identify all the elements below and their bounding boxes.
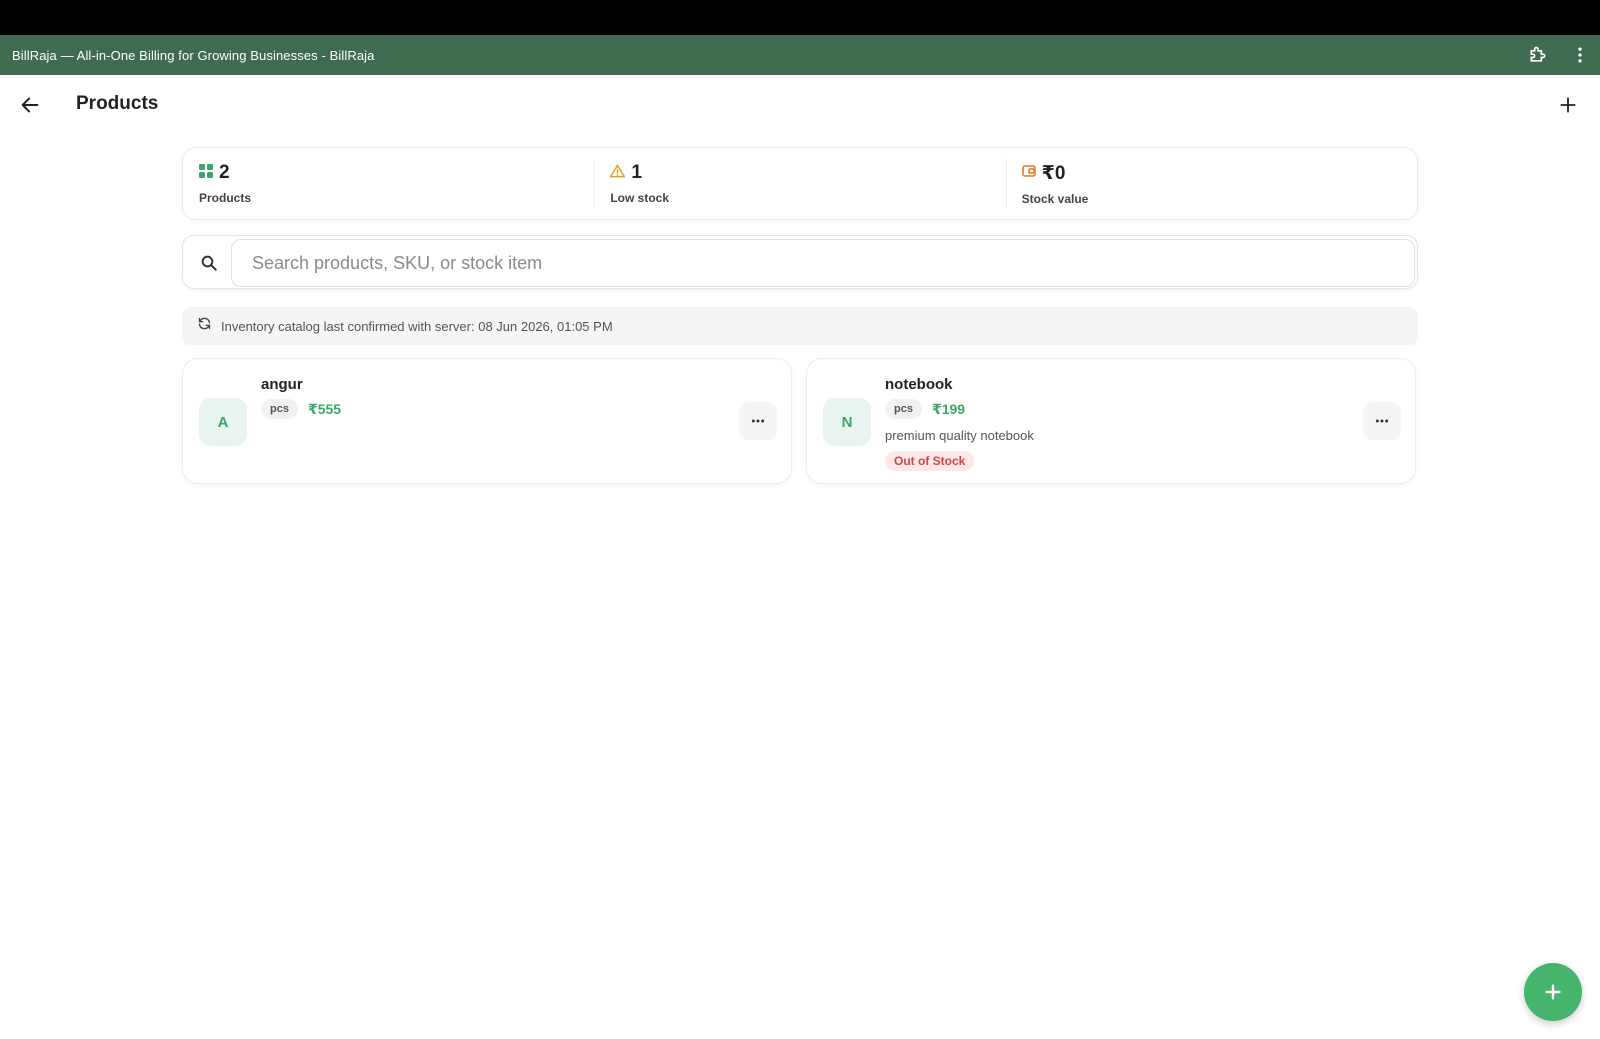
- search-icon: [197, 251, 221, 275]
- more-horizontal-icon: [1375, 419, 1389, 423]
- kebab-menu-icon[interactable]: [1568, 43, 1592, 67]
- stats-summary-card: 2 Products 1 Low stock ₹0 Stock value: [182, 147, 1418, 220]
- warning-icon: [610, 164, 626, 183]
- product-avatar: A: [199, 398, 247, 446]
- window-title-bar: BillRaja — All-in-One Billing for Growin…: [0, 35, 1600, 75]
- add-product-fab[interactable]: [1524, 963, 1582, 1021]
- wallet-icon: [1021, 164, 1036, 183]
- product-price: ₹199: [931, 400, 966, 417]
- stat-label: Products: [199, 191, 252, 205]
- stat-low-stock: 1 Low stock: [594, 148, 1005, 219]
- page-title: Products: [76, 93, 159, 114]
- product-card[interactable]: N notebook pcs ₹199 premium quality note…: [806, 358, 1416, 484]
- back-arrow-icon[interactable]: [16, 91, 44, 119]
- product-price: ₹555: [307, 400, 342, 417]
- stat-label: Low stock: [610, 191, 670, 205]
- extension-icon[interactable]: [1526, 43, 1550, 67]
- system-top-bar: [0, 0, 1600, 35]
- plus-icon: [1545, 984, 1561, 1000]
- product-avatar: N: [823, 398, 871, 446]
- more-options-button[interactable]: [1363, 402, 1401, 440]
- product-name: angur: [261, 376, 303, 393]
- search-bar: [182, 235, 1418, 289]
- product-unit-badge: pcs: [885, 399, 922, 419]
- stat-value: ₹0: [1041, 163, 1066, 184]
- stat-products: 2 Products: [183, 148, 594, 219]
- product-unit-badge: pcs: [261, 399, 298, 419]
- stat-label: Stock value: [1021, 192, 1089, 206]
- product-meta: pcs ₹555: [261, 399, 341, 419]
- product-card[interactable]: A angur pcs ₹555: [182, 358, 792, 484]
- grid-icon: [199, 163, 213, 183]
- more-options-button[interactable]: [739, 402, 777, 440]
- sync-status-banner: Inventory catalog last confirmed with se…: [182, 307, 1418, 345]
- window-title: BillRaja — All-in-One Billing for Growin…: [12, 47, 375, 63]
- stat-value: 1: [631, 162, 642, 183]
- sync-status-text: Inventory catalog last confirmed with se…: [221, 318, 613, 334]
- search-input[interactable]: [231, 239, 1415, 287]
- sync-icon: [197, 316, 212, 336]
- product-name: notebook: [885, 376, 953, 393]
- product-meta: pcs ₹199: [885, 399, 965, 419]
- product-description: premium quality notebook: [885, 428, 1034, 443]
- app-bar: Products: [0, 75, 1600, 135]
- stock-status-badge: Out of Stock: [885, 451, 975, 471]
- stat-value: 2: [219, 162, 230, 183]
- more-horizontal-icon: [751, 419, 765, 423]
- add-product-button[interactable]: [1554, 91, 1582, 119]
- stat-stock-value: ₹0 Stock value: [1005, 148, 1417, 219]
